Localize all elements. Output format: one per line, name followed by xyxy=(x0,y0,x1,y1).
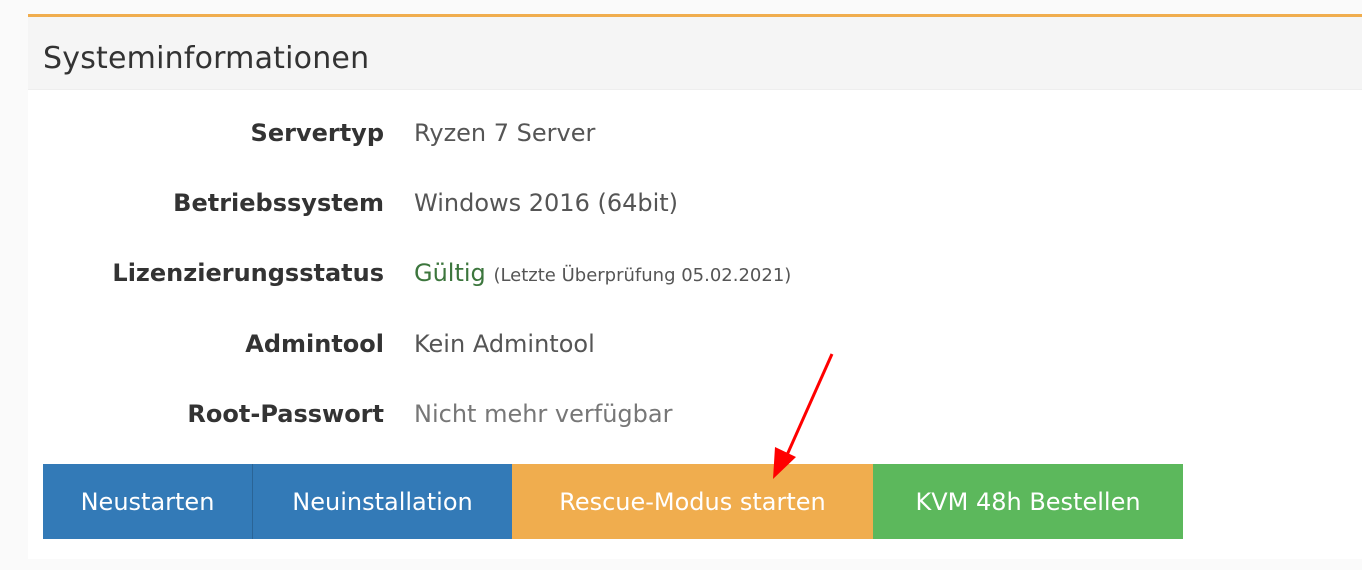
info-row-admintool: Admintool Kein Admintool xyxy=(28,324,1362,364)
restart-button[interactable]: Neustarten xyxy=(43,464,253,539)
betriebssystem-label: Betriebssystem xyxy=(173,189,384,217)
root-passwort-value: Nicht mehr verfügbar xyxy=(414,400,673,428)
betriebssystem-value: Windows 2016 (64bit) xyxy=(414,189,679,217)
lizenzierungsstatus-label: Lizenzierungsstatus xyxy=(112,259,384,287)
info-row-root-passwort: Root-Passwort Nicht mehr verfügbar xyxy=(28,394,1362,434)
panel-heading: Systeminformationen xyxy=(28,17,1362,90)
rescue-mode-button[interactable]: Rescue-Modus starten xyxy=(512,464,873,539)
info-row-lizenzierungsstatus: Lizenzierungsstatus Gültig (Letzte Überp… xyxy=(28,253,1362,293)
action-button-group: Neustarten Neuinstallation Rescue-Modus … xyxy=(43,464,1183,539)
root-passwort-label: Root-Passwort xyxy=(187,400,384,428)
admintool-label: Admintool xyxy=(245,330,384,358)
panel-title: Systeminformationen xyxy=(43,41,370,76)
license-check-note: (Letzte Überprüfung 05.02.2021) xyxy=(493,265,792,286)
servertyp-label: Servertyp xyxy=(250,119,384,147)
license-status-valid: Gültig xyxy=(414,259,486,287)
info-row-servertyp: Servertyp Ryzen 7 Server xyxy=(28,113,1362,153)
servertyp-value: Ryzen 7 Server xyxy=(414,119,596,147)
order-kvm-button[interactable]: KVM 48h Bestellen xyxy=(873,464,1183,539)
lizenzierungsstatus-value: Gültig (Letzte Überprüfung 05.02.2021) xyxy=(414,253,791,296)
reinstall-button[interactable]: Neuinstallation xyxy=(253,464,512,539)
admintool-value: Kein Admintool xyxy=(414,330,595,358)
info-row-betriebssystem: Betriebssystem Windows 2016 (64bit) xyxy=(28,183,1362,223)
system-info-panel: Systeminformationen Servertyp Ryzen 7 Se… xyxy=(28,14,1362,559)
